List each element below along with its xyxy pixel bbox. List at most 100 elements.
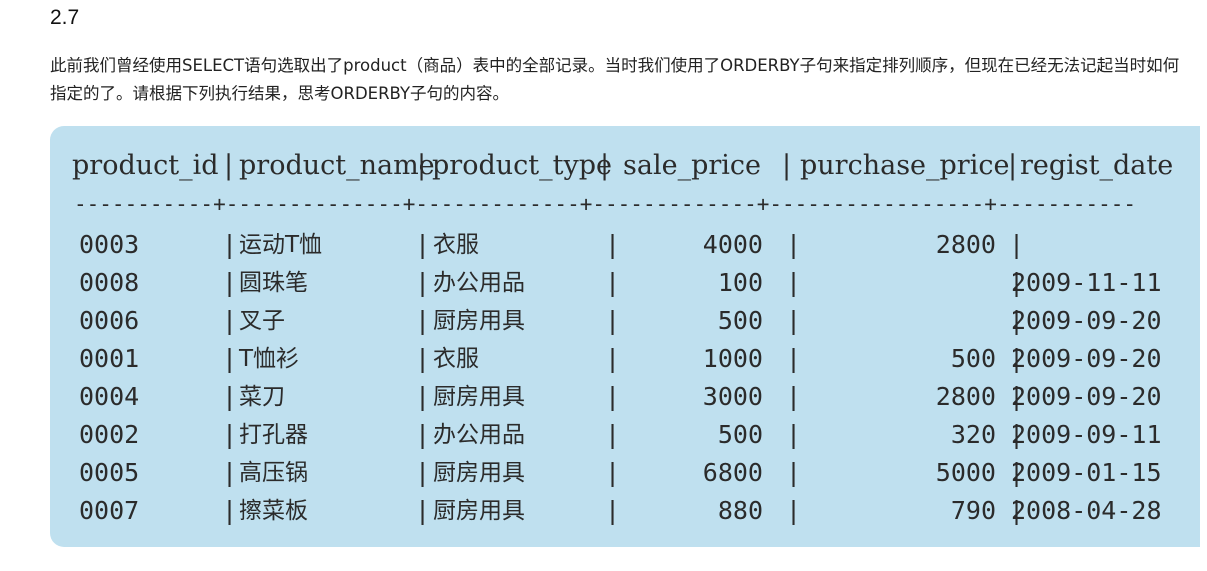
column-separator: |: [605, 420, 621, 449]
header-separator: |: [417, 150, 427, 181]
table-row: 0007 擦菜板 厨房用具 880 790 2008-04-28 | | | | |: [50, 492, 1200, 530]
column-separator: |: [222, 496, 238, 525]
column-separator: |: [222, 458, 238, 487]
column-separator: |: [222, 382, 238, 411]
cell-sale-price: 6800: [702, 458, 763, 487]
cell-product-name: 圆珠笔: [239, 270, 308, 296]
exercise-description: 此前我们曾经使用SELECT语句选取出了product（商品）表中的全部记录。当…: [50, 56, 1180, 103]
column-separator: |: [1009, 230, 1025, 259]
cell-product-name: 叉子: [239, 308, 285, 334]
table-row: 0008 圆珠笔 办公用品 100 2009-11-11 | | | | |: [50, 264, 1200, 302]
column-separator: |: [605, 306, 621, 335]
cell-sale-price: 500: [717, 420, 763, 449]
column-separator: |: [415, 458, 431, 487]
column-separator: |: [222, 420, 238, 449]
table-row: 0005 高压锅 厨房用具 6800 5000 2009-01-15 | | | | |: [50, 454, 1200, 492]
header-product-id: product_id: [72, 150, 219, 181]
cell-product-type: 衣服: [433, 232, 479, 258]
column-separator: |: [415, 268, 431, 297]
cell-product-name: T恤衫: [239, 346, 300, 372]
cell-regist-date: 2009-09-20: [1011, 382, 1162, 411]
cell-product-type: 办公用品: [433, 422, 525, 448]
cell-product-name: 菜刀: [239, 384, 285, 410]
header-purchase-price: purchase_price: [800, 150, 1010, 181]
exercise-number: 2.7: [50, 6, 80, 29]
column-separator: |: [786, 268, 802, 297]
cell-product-name: 打孔器: [239, 422, 308, 448]
column-separator: |: [786, 306, 802, 335]
cell-product-id: 0007: [79, 496, 140, 525]
cell-product-type: 厨房用具: [433, 460, 525, 486]
column-separator: |: [786, 420, 802, 449]
cell-regist-date: 2009-01-15: [1011, 458, 1162, 487]
cell-product-id: 0004: [79, 382, 140, 411]
cell-product-type: 厨房用具: [433, 308, 525, 334]
column-separator: |: [1009, 420, 1025, 449]
column-separator: |: [415, 344, 431, 373]
header-product-name: product_name: [239, 150, 435, 181]
column-separator: |: [222, 344, 238, 373]
column-separator: |: [222, 230, 238, 259]
table-row: 0003 运动T恤 衣服 4000 2800 | | | | |: [50, 226, 1200, 264]
cell-product-type: 厨房用具: [433, 384, 525, 410]
column-separator: |: [786, 382, 802, 411]
column-separator: |: [415, 496, 431, 525]
header-regist-date: regist_date: [1020, 150, 1174, 181]
cell-regist-date: 2009-09-20: [1011, 344, 1162, 373]
column-separator: |: [786, 496, 802, 525]
cell-regist-date: 2009-11-11: [1011, 268, 1162, 297]
column-separator: |: [1009, 496, 1025, 525]
cell-product-id: 0003: [79, 230, 140, 259]
header-separator: |: [600, 150, 610, 181]
cell-regist-date: 2009-09-11: [1011, 420, 1162, 449]
header-product-type: product_type: [432, 150, 612, 181]
column-separator: |: [1009, 268, 1025, 297]
column-separator: |: [786, 458, 802, 487]
header-divider-line: -----------+--------------+-------------…: [74, 192, 1137, 216]
column-separator: |: [415, 306, 431, 335]
column-separator: |: [786, 230, 802, 259]
cell-sale-price: 1000: [702, 344, 763, 373]
cell-sale-price: 100: [717, 268, 763, 297]
column-separator: |: [415, 420, 431, 449]
column-separator: |: [605, 496, 621, 525]
table-row: 0002 打孔器 办公用品 500 320 2009-09-11 | | | | |: [50, 416, 1200, 454]
cell-product-type: 衣服: [433, 346, 479, 372]
cell-sale-price: 500: [717, 306, 763, 335]
cell-product-name: 擦菜板: [239, 498, 308, 524]
header-separator: |: [224, 150, 234, 181]
cell-purchase-price: 5000: [935, 458, 996, 487]
header-sale-price: sale_price: [623, 150, 761, 181]
column-separator: |: [605, 268, 621, 297]
cell-sale-price: 3000: [702, 382, 763, 411]
table-row: 0006 叉子 厨房用具 500 2009-09-20 | | | | |: [50, 302, 1200, 340]
cell-product-name: 高压锅: [239, 460, 308, 486]
cell-product-name: 运动T恤: [239, 232, 323, 258]
column-separator: |: [605, 382, 621, 411]
column-separator: |: [786, 344, 802, 373]
cell-product-id: 0005: [79, 458, 140, 487]
column-separator: |: [415, 382, 431, 411]
table-row: 0004 菜刀 厨房用具 3000 2800 2009-09-20 | | | | |: [50, 378, 1200, 416]
column-separator: |: [605, 230, 621, 259]
cell-product-id: 0001: [79, 344, 140, 373]
column-separator: |: [1009, 458, 1025, 487]
column-separator: |: [1009, 306, 1025, 335]
cell-purchase-price: 2800: [935, 382, 996, 411]
header-separator: |: [782, 150, 792, 181]
column-separator: |: [605, 458, 621, 487]
table-row: 0001 T恤衫 衣服 1000 500 2009-09-20 | | | | |: [50, 340, 1200, 378]
column-separator: |: [415, 230, 431, 259]
query-result-panel: product_id | product_name | product_type…: [50, 126, 1200, 547]
cell-product-id: 0002: [79, 420, 140, 449]
column-separator: |: [222, 268, 238, 297]
cell-regist-date: 2008-04-28: [1011, 496, 1162, 525]
cell-product-type: 厨房用具: [433, 498, 525, 524]
cell-product-id: 0006: [79, 306, 140, 335]
column-separator: |: [1009, 344, 1025, 373]
cell-purchase-price: 2800: [935, 230, 996, 259]
column-separator: |: [605, 344, 621, 373]
cell-regist-date: 2009-09-20: [1011, 306, 1162, 335]
cell-sale-price: 880: [717, 496, 763, 525]
cell-purchase-price: 790: [950, 496, 996, 525]
